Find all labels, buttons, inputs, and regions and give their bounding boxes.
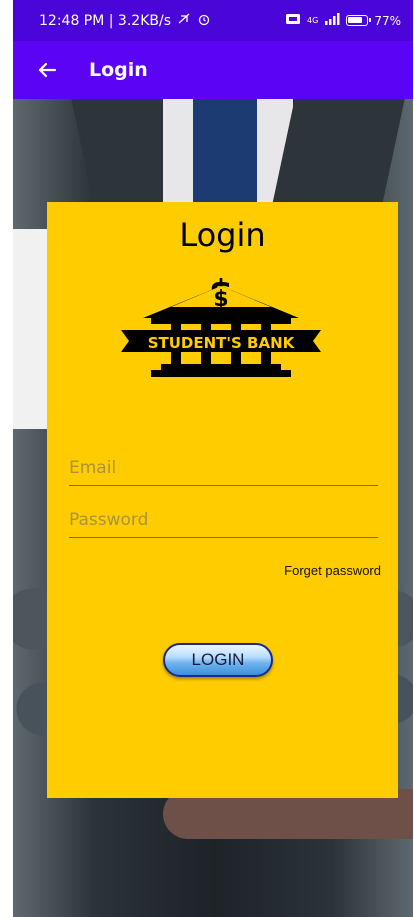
network-label: 4G (307, 16, 319, 25)
status-right: 4G 77% (285, 13, 401, 28)
svg-text:$: $ (213, 287, 228, 312)
alarm-icon (197, 12, 211, 30)
arrow-left-icon (38, 62, 57, 78)
app-bar-title: Login (89, 59, 148, 81)
password-input[interactable] (69, 502, 378, 538)
logo-text: STUDENT'S BANK (148, 334, 296, 352)
email-input[interactable] (69, 450, 378, 486)
login-title: Login (179, 216, 266, 254)
status-time: 12:48 PM | 3.2KB/s (39, 12, 171, 29)
back-button[interactable] (33, 56, 61, 84)
login-button[interactable]: LOGIN (163, 643, 273, 677)
tie-shape (193, 99, 257, 209)
suit-right-shape (271, 99, 405, 209)
mute-icon (177, 12, 191, 30)
signal-icon (324, 13, 340, 28)
status-left: 12:48 PM | 3.2KB/s (39, 12, 211, 30)
battery-icon (346, 15, 372, 26)
forget-password-link[interactable]: Forget password (284, 563, 381, 578)
app-bar: Login (13, 41, 413, 99)
battery-level: 77% (374, 13, 401, 28)
sim-icon (285, 13, 301, 28)
status-bar: 12:48 PM | 3.2KB/s 4G 77% (13, 0, 413, 41)
bank-dollar-icon: $ $ STUDENT'S BANK (121, 273, 321, 377)
login-card: Login $ $ STUDENT'S BANK Forget password… (47, 202, 398, 798)
